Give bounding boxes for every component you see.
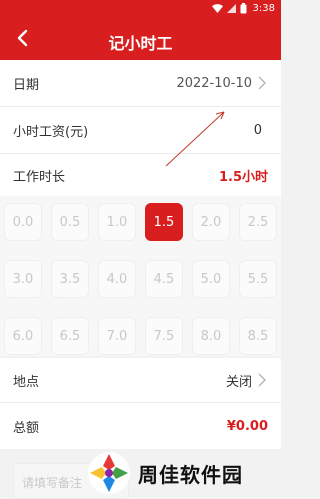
date-value: 2022-10-10 [176, 75, 252, 91]
total-value: ¥0.00 [226, 418, 268, 434]
hour-option-1.0[interactable]: 1.0 [98, 203, 136, 241]
hour-option-4.0[interactable]: 4.0 [98, 260, 136, 298]
hourly-wage-row[interactable]: 小时工资(元) 0 [0, 107, 281, 153]
hourly-wage-value[interactable]: 0 [254, 123, 262, 138]
app-header: 记小时工 [0, 20, 281, 60]
hour-option-7.0[interactable]: 7.0 [98, 317, 136, 355]
location-row[interactable]: 地点 关闭 [0, 358, 281, 402]
hour-option-3.5[interactable]: 3.5 [51, 260, 89, 298]
battery-icon [240, 3, 247, 14]
status-bar: 3:38 [0, 0, 281, 20]
hour-option-0.5[interactable]: 0.5 [51, 203, 89, 241]
total-label: 总额 [13, 420, 40, 436]
hour-option-5.0[interactable]: 5.0 [192, 260, 230, 298]
page-title: 记小时工 [108, 34, 173, 53]
chevron-right-icon [258, 76, 268, 90]
wifi-icon [211, 4, 223, 13]
location-value: 关闭 [225, 374, 252, 390]
work-duration-row: 工作时长 1.5小时 [0, 154, 281, 196]
hour-option-6.5[interactable]: 6.5 [51, 317, 89, 355]
date-row[interactable]: 日期 2022-10-10 [0, 60, 281, 106]
total-row: 总额 ¥0.00 [0, 403, 281, 449]
annotation-arrow-icon [160, 104, 230, 174]
hours-grid: 0.0 0.5 1.0 1.5 2.0 2.5 3.0 3.5 4.0 4.5 5.0 5.5 6.0 6… [0, 196, 281, 356]
signal-icon [226, 4, 236, 13]
watermark-logo-icon [88, 452, 130, 494]
watermark: 周佳软件园 [86, 448, 276, 498]
hour-option-7.5[interactable]: 7.5 [145, 317, 183, 355]
hour-option-3.0[interactable]: 3.0 [4, 260, 42, 298]
watermark-text: 周佳软件园 [138, 462, 243, 487]
hour-option-1.5[interactable]: 1.5 [145, 203, 183, 241]
chevron-right-icon [258, 373, 268, 387]
hour-option-2.0[interactable]: 2.0 [192, 203, 230, 241]
hour-option-8.5[interactable]: 8.5 [239, 317, 277, 355]
hour-option-0.0[interactable]: 0.0 [4, 203, 42, 241]
date-label: 日期 [13, 77, 40, 93]
hour-option-2.5[interactable]: 2.5 [239, 203, 277, 241]
location-label: 地点 [13, 374, 40, 390]
hour-option-6.0[interactable]: 6.0 [4, 317, 42, 355]
hour-option-8.0[interactable]: 8.0 [192, 317, 230, 355]
hour-option-5.5[interactable]: 5.5 [239, 260, 277, 298]
status-icons: 3:38 [211, 3, 275, 14]
hour-option-4.5[interactable]: 4.5 [145, 260, 183, 298]
status-time: 3:38 [252, 3, 275, 14]
